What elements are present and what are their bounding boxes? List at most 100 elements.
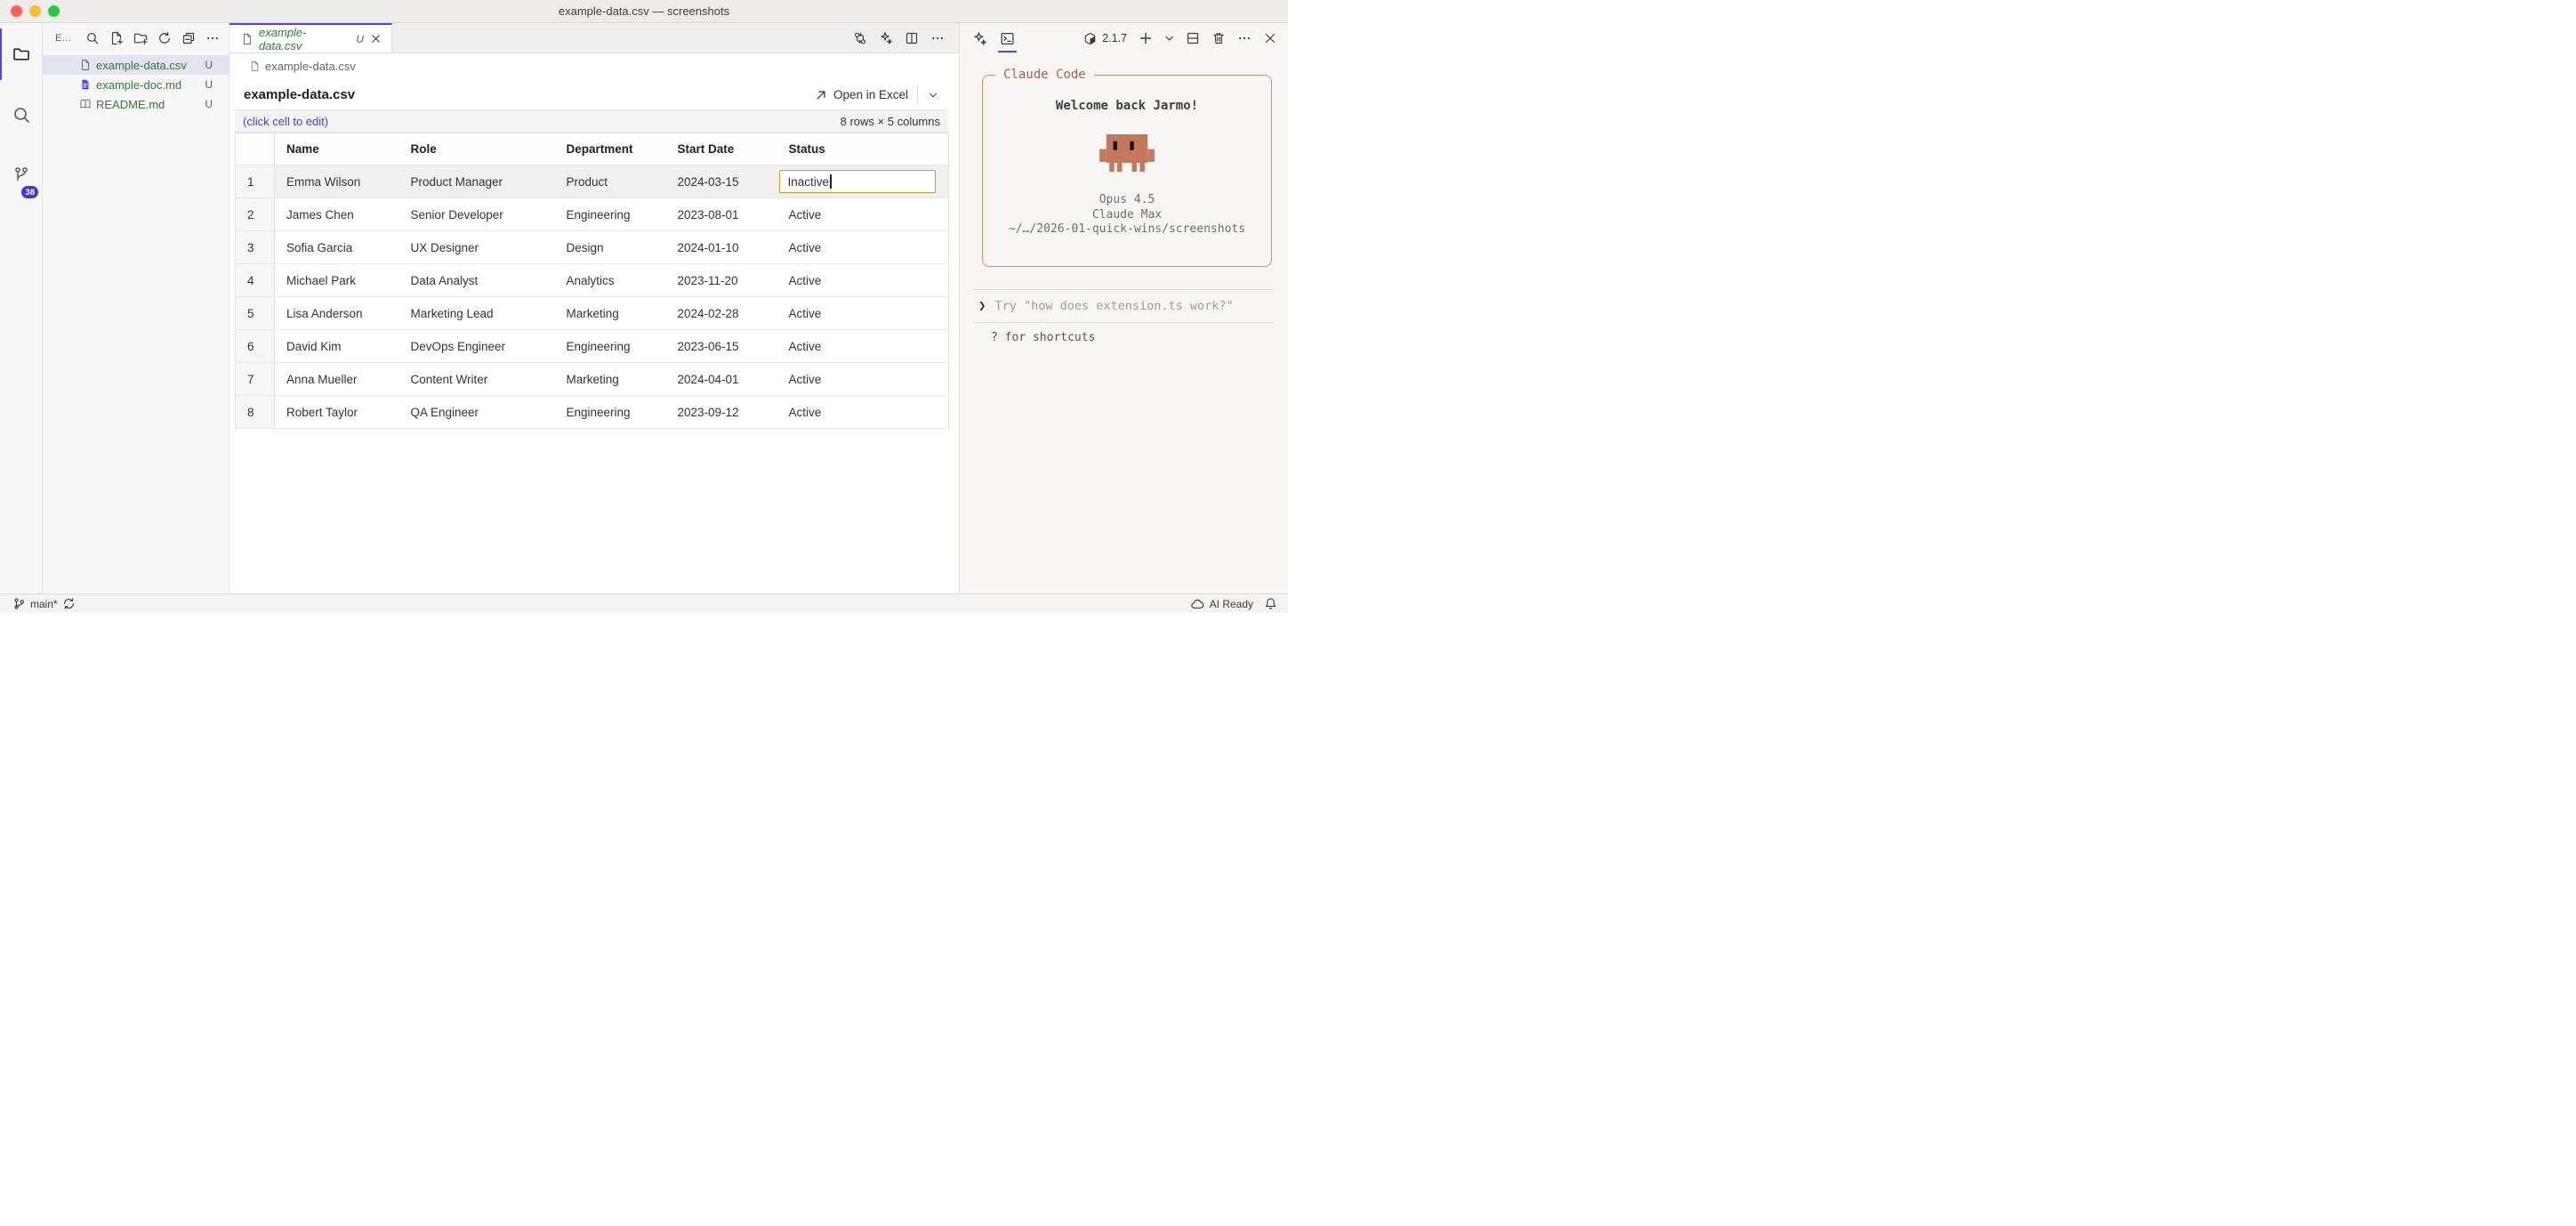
new-folder-icon[interactable] [133, 31, 148, 45]
markdown-file-icon [79, 78, 92, 91]
activity-source-control[interactable]: 38 [0, 155, 42, 196]
table-cell[interactable]: 2024-04-01 [666, 363, 777, 396]
new-file-icon[interactable] [109, 31, 124, 45]
table-cell[interactable]: 2024-01-10 [666, 231, 777, 264]
table-cell[interactable]: Marketing Lead [399, 297, 555, 330]
close-icon[interactable] [1263, 31, 1277, 45]
table-cell[interactable]: Active [777, 297, 949, 330]
table-cell[interactable]: Robert Taylor [275, 396, 399, 429]
open-in-excel-button[interactable]: Open in Excel [815, 88, 908, 101]
column-header[interactable]: Department [555, 133, 666, 165]
breadcrumb-item[interactable]: example-data.csv [265, 60, 356, 73]
table-cell[interactable]: Lisa Anderson [275, 297, 399, 330]
table-cell[interactable]: Product Manager [399, 165, 555, 198]
table-cell[interactable]: Active [777, 231, 949, 264]
table-cell[interactable]: Analytics [555, 264, 666, 297]
chevron-down-icon[interactable] [1164, 31, 1174, 45]
csv-file-title: example-data.csv [244, 87, 355, 102]
trash-icon[interactable] [1212, 31, 1226, 45]
column-header[interactable]: Start Date [666, 133, 777, 165]
ellipsis-icon[interactable] [205, 31, 220, 45]
prompt-placeholder: Try "how does extension.ts work?" [994, 299, 1233, 313]
collapse-all-icon[interactable] [181, 31, 196, 45]
sparkle-icon[interactable] [879, 31, 893, 45]
ellipsis-icon[interactable] [1237, 31, 1252, 45]
table-cell[interactable]: 2023-11-20 [666, 264, 777, 297]
table-cell[interactable]: Anna Mueller [275, 363, 399, 396]
table-cell[interactable]: Active [777, 363, 949, 396]
table-cell[interactable]: Inactive [777, 165, 949, 198]
edit-hint-link[interactable]: (click cell to edit) [243, 115, 328, 128]
row-number: 5 [236, 297, 275, 330]
table-cell[interactable]: Active [777, 198, 949, 231]
terminal-icon[interactable] [1000, 31, 1015, 46]
csv-info-bar: (click cell to edit) 8 rows × 5 columns [235, 109, 948, 133]
column-header[interactable]: Role [399, 133, 555, 165]
plus-icon[interactable] [1139, 31, 1153, 45]
table-cell[interactable]: DevOps Engineer [399, 330, 555, 363]
divider [917, 85, 918, 105]
split-horizontal-icon[interactable] [1186, 31, 1200, 45]
file-icon [79, 59, 92, 71]
git-compare-icon[interactable] [853, 31, 867, 45]
activity-explorer[interactable] [0, 34, 42, 75]
table-cell[interactable]: Engineering [555, 198, 666, 231]
split-editor-icon[interactable] [905, 31, 919, 45]
cell-editor[interactable]: Inactive [779, 170, 937, 193]
git-branch-status[interactable]: main* [12, 597, 76, 610]
table-cell[interactable]: Sofia Garcia [275, 231, 399, 264]
close-icon[interactable] [369, 32, 382, 45]
table-cell[interactable]: Senior Developer [399, 198, 555, 231]
breadcrumb[interactable]: example-data.csv [229, 53, 959, 78]
csv-viewer: example-data.csv Open in Excel (click ce… [229, 78, 959, 593]
table-cell[interactable]: Active [777, 396, 949, 429]
table-cell[interactable]: 2024-03-15 [666, 165, 777, 198]
column-header[interactable]: Name [275, 133, 399, 165]
table-cell[interactable]: Content Writer [399, 363, 555, 396]
prompt-input[interactable]: ❯ Try "how does extension.ts work?" [960, 290, 1288, 322]
chevron-down-icon[interactable] [927, 89, 939, 101]
table-cell[interactable]: Emma Wilson [275, 165, 399, 198]
table-cell[interactable]: Engineering [555, 396, 666, 429]
column-header[interactable]: Status [777, 133, 949, 165]
file-item-readme-md[interactable]: README.md U [43, 94, 229, 114]
activity-search[interactable] [0, 94, 42, 135]
table-cell[interactable]: Design [555, 231, 666, 264]
table-cell[interactable]: Active [777, 330, 949, 363]
table-cell[interactable]: Engineering [555, 330, 666, 363]
table-cell[interactable]: QA Engineer [399, 396, 555, 429]
ellipsis-icon[interactable] [930, 31, 945, 45]
sync-icon[interactable] [62, 597, 76, 610]
file-item-example-doc-md[interactable]: example-doc.md U [43, 75, 229, 94]
table-cell[interactable]: James Chen [275, 198, 399, 231]
shortcuts-hint: ? for shortcuts [960, 323, 1288, 344]
table-cell[interactable]: UX Designer [399, 231, 555, 264]
table-cell[interactable]: Active [777, 264, 949, 297]
table-cell[interactable]: Product [555, 165, 666, 198]
table-cell[interactable]: David Kim [275, 330, 399, 363]
tab-example-data-csv[interactable]: example-data.csv U [229, 23, 392, 52]
table-row: 5Lisa AndersonMarketing LeadMarketing202… [236, 297, 949, 330]
table-cell[interactable]: 2023-06-15 [666, 330, 777, 363]
table-cell[interactable]: 2023-08-01 [666, 198, 777, 231]
plan-name: Claude Max [983, 208, 1271, 223]
ai-ready-status[interactable]: AI Ready [1190, 597, 1253, 611]
source-control-icon [12, 165, 31, 185]
explorer-sidebar: E… example-data.csv U example-doc.md U [43, 23, 229, 593]
refresh-icon[interactable] [157, 31, 172, 45]
table-cell[interactable]: 2024-02-28 [666, 297, 777, 330]
table-cell[interactable]: 2023-09-12 [666, 396, 777, 429]
sparkle-icon[interactable] [972, 31, 987, 46]
table-cell[interactable]: Marketing [555, 297, 666, 330]
bell-icon[interactable] [1264, 597, 1277, 610]
row-number: 7 [236, 363, 275, 396]
search-icon[interactable] [85, 31, 100, 45]
file-item-example-data-csv[interactable]: example-data.csv U [43, 55, 229, 75]
table-cell[interactable]: Data Analyst [399, 264, 555, 297]
editor-group: example-data.csv U example-data.csv exam… [229, 23, 959, 593]
table-cell[interactable]: Marketing [555, 363, 666, 396]
table-row: 6David KimDevOps EngineerEngineering2023… [236, 330, 949, 363]
table-cell[interactable]: Michael Park [275, 264, 399, 297]
working-directory: ~/…/2026-01-quick-wins/screenshots [983, 222, 1271, 238]
search-icon [12, 105, 31, 125]
